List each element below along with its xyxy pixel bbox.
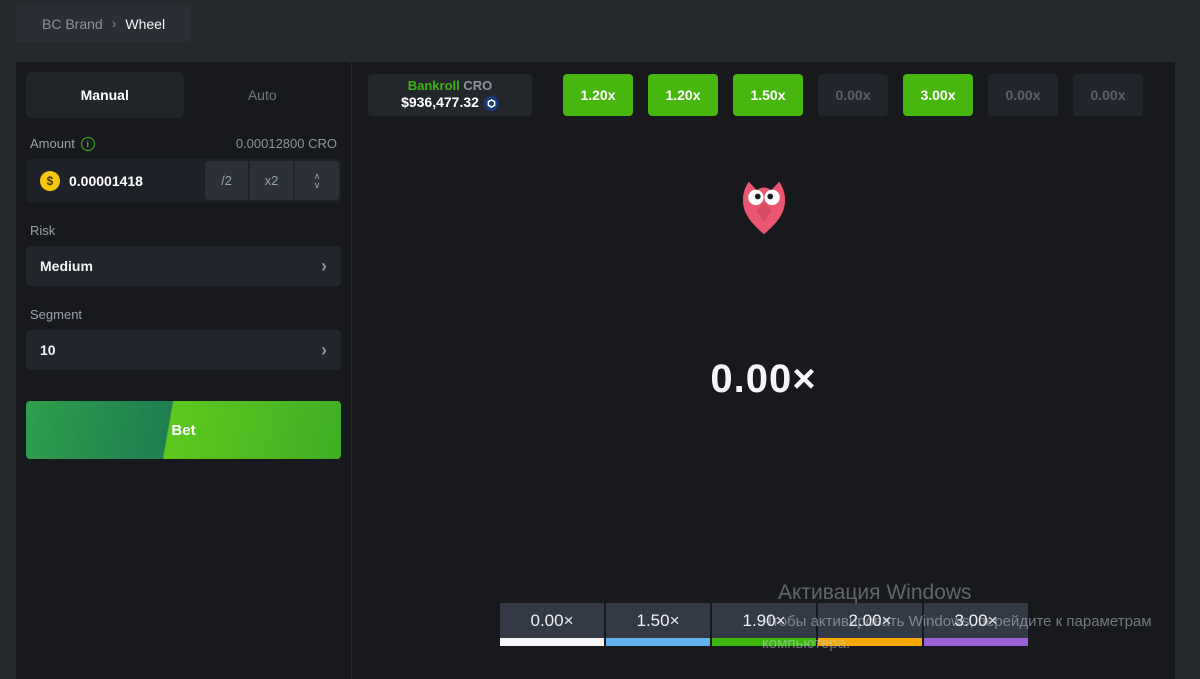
segment-select[interactable]: 10 › xyxy=(26,330,341,370)
risk-select[interactable]: Medium › xyxy=(26,246,341,286)
segment-label: Segment xyxy=(26,307,341,322)
cro-coin-icon xyxy=(484,96,499,111)
chevron-right-icon: › xyxy=(321,341,327,359)
mode-tabs: Manual Auto xyxy=(26,72,341,118)
legend-color-bar xyxy=(500,638,604,646)
tab-auto[interactable]: Auto xyxy=(184,72,342,118)
legend-color-bar xyxy=(818,638,922,646)
legend-cell: 0.00× xyxy=(500,603,604,646)
bet-button[interactable]: Bet xyxy=(26,401,341,459)
history-result: 0.00x xyxy=(988,74,1058,116)
breadcrumb: BC Brand › Wheel xyxy=(16,5,191,42)
bankroll-value: $936,477.32 xyxy=(401,94,479,112)
result-multiplier: 0.00× xyxy=(710,357,816,402)
history-result: 1.50x xyxy=(733,74,803,116)
game-panel: Manual Auto Amount i 0.00012800 CRO $ /2… xyxy=(16,62,1175,679)
amount-stepper: ∧ ∨ xyxy=(295,161,339,200)
amount-max-value: 0.00012800 CRO xyxy=(236,136,337,151)
legend-cell: 1.90× xyxy=(712,603,816,646)
bankroll-label: Bankroll xyxy=(408,78,460,93)
amount-input-row: $ /2 x2 ∧ ∨ xyxy=(26,159,341,202)
bankroll-amount: $936,477.32 xyxy=(401,94,499,112)
half-bet-button[interactable]: /2 xyxy=(205,161,248,200)
history-result: 1.20x xyxy=(648,74,718,116)
segment-value: 10 xyxy=(40,342,56,358)
chevron-right-icon: › xyxy=(112,15,117,31)
info-icon[interactable]: i xyxy=(81,137,95,151)
bankroll-badge: Bankroll CRO $936,477.32 xyxy=(368,74,532,116)
double-bet-button[interactable]: x2 xyxy=(250,161,293,200)
multiplier-legend: 0.00× 1.50× 1.90× 2.00× 3.00× xyxy=(500,603,1028,646)
legend-cell: 2.00× xyxy=(818,603,922,646)
legend-cell: 1.50× xyxy=(606,603,710,646)
risk-value: Medium xyxy=(40,258,93,274)
legend-cell: 3.00× xyxy=(924,603,1028,646)
owl-mascot-icon xyxy=(741,178,787,240)
top-bar: BC Brand › Wheel xyxy=(0,0,1200,62)
stepper-down-icon[interactable]: ∨ xyxy=(314,181,321,190)
bankroll-title: Bankroll CRO xyxy=(408,78,493,94)
breadcrumb-brand-link[interactable]: BC Brand xyxy=(42,16,103,32)
result-history: 1.20x 1.20x 1.50x 0.00x 3.00x 0.00x 0.00… xyxy=(563,74,1143,116)
history-result: 3.00x xyxy=(903,74,973,116)
chevron-right-icon: › xyxy=(321,257,327,275)
legend-color-bar xyxy=(712,638,816,646)
amount-label: Amount xyxy=(30,136,75,151)
legend-color-bar xyxy=(606,638,710,646)
history-result: 0.00x xyxy=(818,74,888,116)
history-result: 0.00x xyxy=(1073,74,1143,116)
legend-color-bar xyxy=(924,638,1028,646)
bet-controls-sidebar: Manual Auto Amount i 0.00012800 CRO $ /2… xyxy=(16,62,352,679)
tab-manual[interactable]: Manual xyxy=(26,72,184,118)
game-top-row: Bankroll CRO $936,477.32 1.20x 1.20x 1.5… xyxy=(352,74,1175,116)
amount-input[interactable] xyxy=(69,173,203,189)
risk-label: Risk xyxy=(26,223,341,238)
amount-header: Amount i 0.00012800 CRO xyxy=(26,136,341,151)
amount-label-wrap: Amount i xyxy=(30,136,95,151)
breadcrumb-current-page: Wheel xyxy=(125,16,165,32)
history-result: 1.20x xyxy=(563,74,633,116)
bankroll-currency: CRO xyxy=(463,78,492,93)
game-area: Bankroll CRO $936,477.32 1.20x 1.20x 1.5… xyxy=(352,62,1175,679)
dollar-coin-icon: $ xyxy=(40,171,60,191)
